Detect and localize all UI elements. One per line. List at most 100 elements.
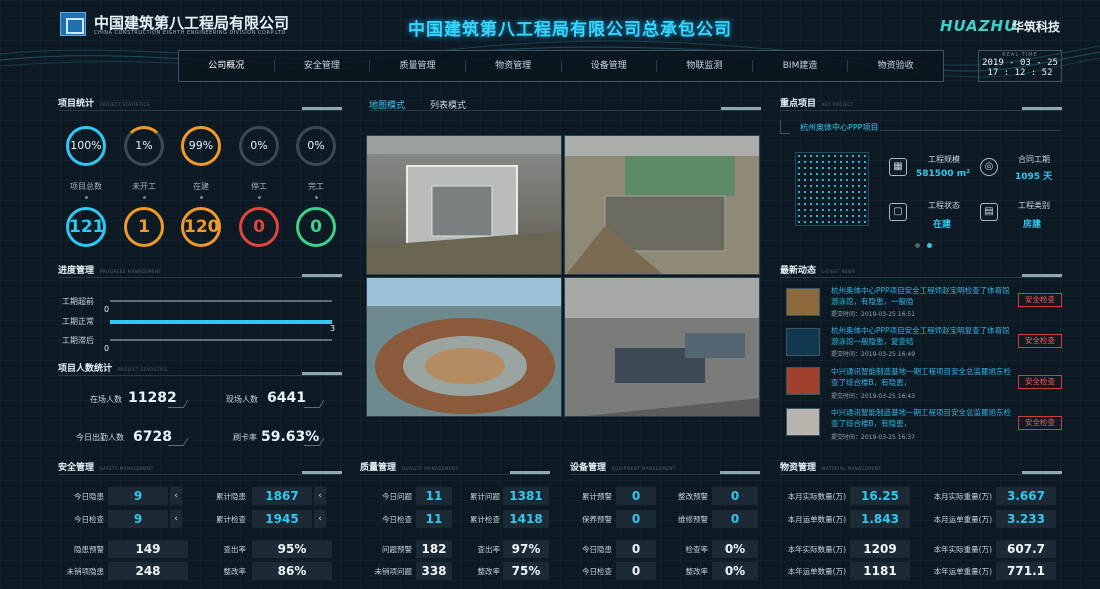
category-icon: ▤ [980,203,998,221]
news-item-text[interactable]: 中兴通讯智能制造基地一期工程项目安全总监瞿旭东检查了综合楼B，有隐患， [831,407,1011,429]
progress-title: 进度管理 PROGRESS MANAGEMENT [58,266,162,276]
project-count[interactable]: 0 [296,207,336,247]
project-count[interactable]: 120 [181,207,221,247]
news-item-text[interactable]: 杭州奥体中心PPP项目安全工程师赵宝明复查了体育馆 游泳馆一般隐患，复查结 [831,325,1011,347]
project-count[interactable]: 0 [239,207,279,247]
news-badge-safety-check[interactable]: 安全检查 [1018,293,1062,307]
section-divider [780,471,1062,475]
stat-value: 771.1 [996,562,1056,580]
project-count[interactable]: 121 [66,207,106,247]
key-project-name[interactable]: 杭州奥体中心PPP项目 [800,122,878,133]
stat-label: 今日检查 [74,515,104,524]
connector-dot [258,196,261,199]
nav-item-bim[interactable]: BIM建造 [753,60,849,72]
news-item-text[interactable]: 杭州奥体中心PPP项目安全工程师赵宝明检查了体育馆 游泳馆，有隐患，一般隐 [831,285,1011,307]
stat-label: 累计检查 [216,515,246,524]
news-item-text[interactable]: 中兴通讯智能制造基地一期工程项目安全总监瞿旭东检查了综合楼B，有隐患， [831,366,1011,388]
quality-title: 质量管理 QUALITY MANAGEMENT [360,463,459,473]
stat-value: 0 [712,487,758,505]
stat-value: 0% [712,540,758,558]
connector-dot [315,196,318,199]
status-value: 在建 [933,220,952,230]
gauge-percent: 0% [250,139,268,152]
scale-value: 581500 m² [916,169,971,179]
stat-label: 整改率 [477,567,501,576]
present-count: 6441 [267,390,306,406]
nav-item-iot[interactable]: 物联监测 [657,60,753,72]
project-stats-title: 项目统计 PROJECT STATISTICS [58,99,150,109]
stat-value: 0 [616,510,656,528]
section-divider [58,471,342,475]
chevron-left-icon[interactable]: ‹ [170,510,182,528]
progress-label-normal: 工期正常 [62,317,94,326]
progress-value-ahead: 0 [104,305,110,314]
present-label: 现场人数 [226,395,258,404]
nav-item-material[interactable]: 物资管理 [466,60,562,72]
swipe-rate-label: 刷卡率 [233,433,257,442]
today-attendance-label: 今日出勤人数 [76,433,124,442]
stat-label: 未销项问题 [374,567,413,576]
nav-item-safety[interactable]: 安全管理 [275,60,371,72]
stat-label: 整改预警 [678,492,708,501]
stat-value: 97% [503,540,549,558]
news-item-time: 提交时间：2019-03-25 16:49 [831,351,916,358]
stat-label: 保养预警 [582,515,612,524]
chevron-left-icon[interactable]: ‹ [170,487,182,505]
project-count[interactable]: 1 [124,207,164,247]
nav-item-acceptance[interactable]: 物资验收 [848,60,943,72]
site-photo-4[interactable] [564,277,760,417]
news-badge-safety-check[interactable]: 安全检查 [1018,416,1062,430]
stat-label: 本月运单数量(万) [787,515,846,524]
stat-label: 问题预警 [382,545,412,554]
stat-value: 1945 [252,510,312,528]
news-badge-safety-check[interactable]: 安全检查 [1018,375,1062,389]
site-photo-2[interactable] [564,135,760,275]
category-label: 工程类别 [1018,201,1050,210]
gauge-percent: 99% [188,139,214,152]
section-divider [360,471,550,475]
decor-corner [780,120,790,134]
globe-icon: ◎ [980,158,998,176]
news-thumbnail [786,408,820,436]
divider-mark [167,438,189,446]
stat-label: 今日检查 [582,567,612,576]
chevron-left-icon[interactable]: ‹ [314,487,326,505]
stat-value: 1181 [850,562,910,580]
section-divider [58,274,342,278]
key-project-title: 重点项目 KEY PROJECT [780,99,854,109]
carousel-dot-active[interactable] [927,243,932,248]
news-item-time: 提交时间：2019-03-25 16:51 [831,311,916,318]
stat-value: 607.7 [996,540,1056,558]
stat-label: 本年实际数量(万) [787,545,846,554]
nav-item-equipment[interactable]: 设备管理 [562,60,658,72]
stat-label: 整改率 [685,567,709,576]
progress-bar-behind [110,339,332,341]
carousel-dot[interactable] [915,243,920,248]
chevron-left-icon[interactable]: ‹ [314,510,326,528]
nav-item-quality[interactable]: 质量管理 [370,60,466,72]
status-icon: ▢ [889,203,907,221]
stat-value: 0 [616,540,656,558]
period-label: 合同工期 [1018,155,1050,164]
section-divider [58,107,342,111]
site-photo-1[interactable] [366,135,562,275]
stat-label: 累计隐患 [216,492,246,501]
progress-bar-normal [110,320,332,324]
news-badge-safety-check[interactable]: 安全检查 [1018,334,1062,348]
section-divider [58,372,342,376]
status-label: 工程状态 [928,201,960,210]
stat-value: 1209 [850,540,910,558]
stat-value: 182 [416,540,452,558]
gauge-label: 项目总数 [70,182,102,191]
stat-label: 本月运单重量(万) [933,515,992,524]
nav-item-company-overview[interactable]: 公司概况 [179,60,275,72]
gauge-ring: 0% [239,126,279,166]
stat-label: 累计问题 [470,492,500,501]
news-item-time: 提交时间：2019-03-25 16:43 [831,393,916,400]
gauge-percent: 1% [135,139,153,152]
site-photo-3[interactable] [366,277,562,417]
connector-dot [85,196,88,199]
stat-label: 本年运单数量(万) [787,567,846,576]
news-thumbnail [786,367,820,395]
gauge-ring: 1% [124,126,164,166]
